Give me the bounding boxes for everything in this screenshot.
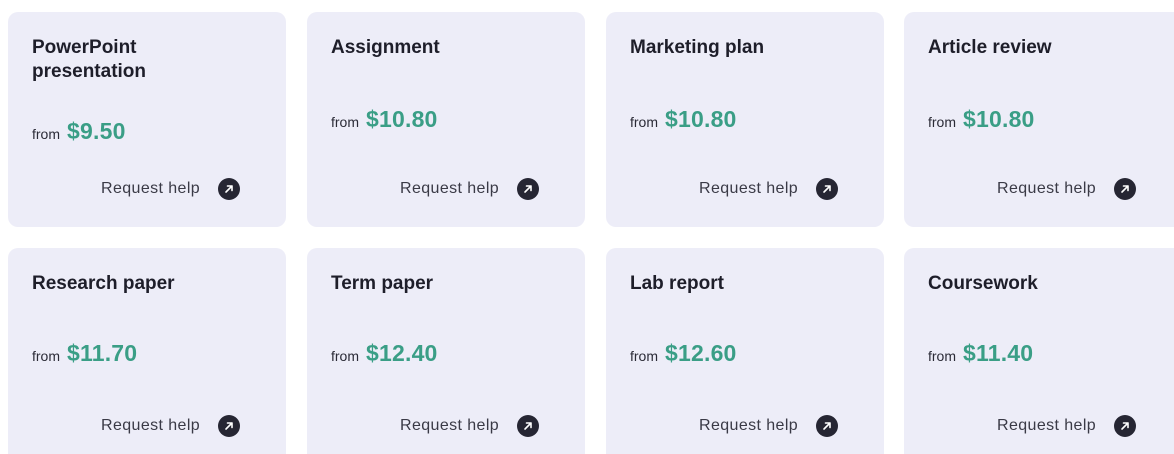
card-title: Lab report xyxy=(630,273,724,294)
from-label: from xyxy=(928,114,956,130)
request-help-button[interactable]: Request help xyxy=(997,415,1137,437)
price-value: $10.80 xyxy=(366,106,438,132)
price-line: from $12.40 xyxy=(331,340,438,367)
request-help-button[interactable]: Request help xyxy=(699,415,839,437)
service-card-assignment: Assignment from $10.80 Request help xyxy=(307,12,585,227)
card-title: Article review xyxy=(928,37,1052,58)
price-line: from $12.60 xyxy=(630,340,737,367)
arrow-up-right-icon[interactable] xyxy=(1114,415,1137,437)
price-value: $12.60 xyxy=(665,340,737,366)
request-help-label: Request help xyxy=(101,180,201,197)
request-help-button[interactable]: Request help xyxy=(400,415,540,437)
card-title: Coursework xyxy=(928,273,1038,294)
request-help-button[interactable]: Request help xyxy=(101,178,241,200)
price-line: from $9.50 xyxy=(32,118,126,145)
price-value: $10.80 xyxy=(963,106,1035,132)
request-help-label: Request help xyxy=(997,180,1097,197)
arrow-up-right-icon[interactable] xyxy=(218,178,241,200)
price-line: from $11.70 xyxy=(32,340,137,367)
card-title: Research paper xyxy=(32,273,175,294)
service-card-coursework: Coursework from $11.40 Request help xyxy=(904,248,1174,454)
request-help-button[interactable]: Request help xyxy=(101,415,241,437)
request-help-button[interactable]: Request help xyxy=(400,178,540,200)
from-label: from xyxy=(630,114,658,130)
request-help-button[interactable]: Request help xyxy=(699,178,839,200)
price-line: from $11.40 xyxy=(928,340,1033,367)
from-label: from xyxy=(331,114,359,130)
card-title: Term paper xyxy=(331,273,434,294)
request-help-label: Request help xyxy=(400,417,500,434)
arrow-up-right-icon[interactable] xyxy=(816,415,839,437)
from-label: from xyxy=(32,348,60,364)
request-help-label: Request help xyxy=(997,417,1097,434)
price-line: from $10.80 xyxy=(331,106,438,133)
from-label: from xyxy=(331,348,359,364)
arrow-up-right-icon[interactable] xyxy=(218,415,241,437)
card-title: Marketing plan xyxy=(630,37,765,58)
service-card-marketing-plan: Marketing plan from $10.80 Request help xyxy=(606,12,884,227)
arrow-up-right-icon[interactable] xyxy=(517,178,540,200)
card-title: PowerPoint presentation xyxy=(32,37,147,82)
arrow-up-right-icon[interactable] xyxy=(816,178,839,200)
price-line: from $10.80 xyxy=(630,106,737,133)
from-label: from xyxy=(630,348,658,364)
price-value: $11.40 xyxy=(963,340,1034,366)
card-title: Assignment xyxy=(331,37,440,58)
from-label: from xyxy=(32,126,60,142)
price-value: $11.70 xyxy=(67,340,138,366)
request-help-label: Request help xyxy=(699,417,799,434)
price-line: from $10.80 xyxy=(928,106,1035,133)
arrow-up-right-icon[interactable] xyxy=(1114,178,1137,200)
arrow-up-right-icon[interactable] xyxy=(517,415,540,437)
price-value: $9.50 xyxy=(67,118,126,144)
service-card-powerpoint-presentation: PowerPoint presentation from $9.50 Reque… xyxy=(8,12,286,227)
request-help-label: Request help xyxy=(101,417,201,434)
from-label: from xyxy=(928,348,956,364)
request-help-button[interactable]: Request help xyxy=(997,178,1137,200)
request-help-label: Request help xyxy=(699,180,799,197)
price-value: $12.40 xyxy=(366,340,438,366)
service-card-term-paper: Term paper from $12.40 Request help xyxy=(307,248,585,454)
service-card-lab-report: Lab report from $12.60 Request help xyxy=(606,248,884,454)
service-card-research-paper: Research paper from $11.70 Request help xyxy=(8,248,286,454)
service-card-article-review: Article review from $10.80 Request help xyxy=(904,12,1174,227)
service-card-grid: PowerPoint presentation from $9.50 Reque… xyxy=(0,0,1174,454)
price-value: $10.80 xyxy=(665,106,737,132)
request-help-label: Request help xyxy=(400,180,500,197)
